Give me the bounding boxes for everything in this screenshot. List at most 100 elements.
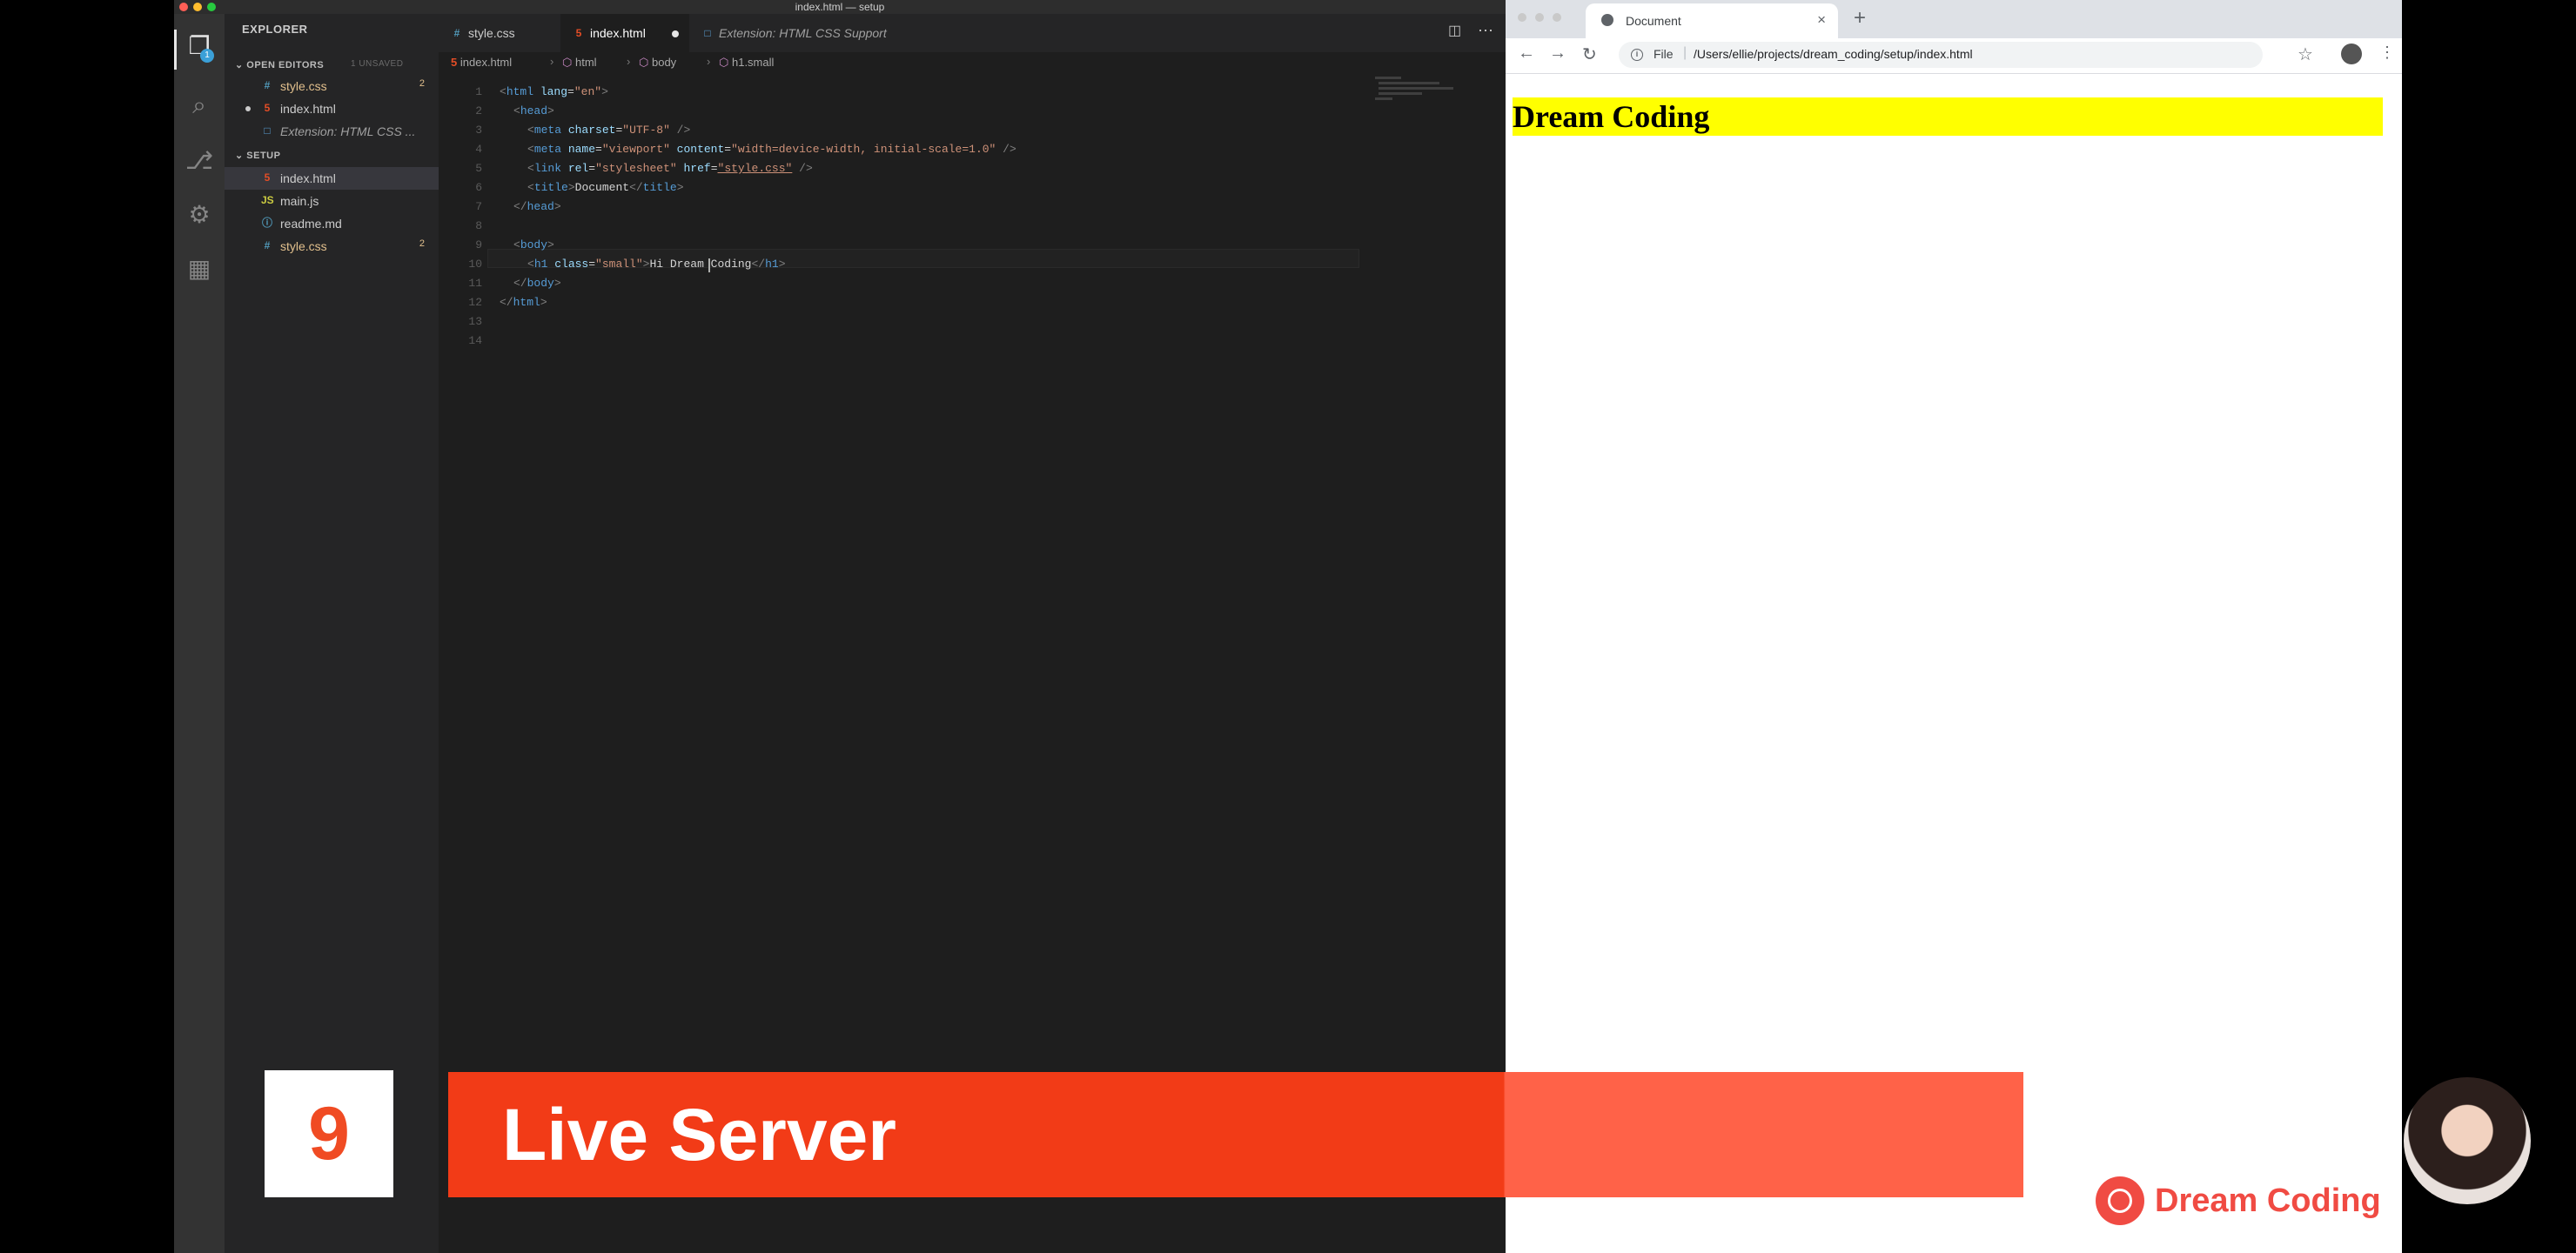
breadcrumb-label: body [651, 56, 677, 69]
kebab-menu-icon[interactable]: ⋮ [2379, 44, 2395, 62]
token: "en" [574, 85, 602, 98]
line-number: 4 [475, 143, 482, 156]
chevron-down-icon: ⌄ [235, 60, 244, 70]
token: </ [513, 200, 527, 213]
unsaved-count: 1 UNSAVED [351, 59, 404, 69]
token: meta [533, 143, 562, 156]
token: = [595, 143, 602, 156]
problem-count-badge: 2 [419, 78, 425, 89]
line-number: 14 [468, 334, 482, 347]
url-scheme-label: File [1654, 47, 1674, 61]
browser-tab-document[interactable]: Document × [1586, 3, 1838, 38]
new-tab-icon[interactable]: + [1854, 6, 1866, 30]
tab-index-html[interactable]: 5 index.html [560, 14, 689, 52]
token: body [520, 238, 548, 251]
token: "small" [595, 258, 643, 271]
search-icon[interactable]: ⌕ [184, 90, 214, 120]
open-editors-header[interactable]: ⌄ OPEN EDITORS [235, 59, 324, 70]
file-tree-item[interactable]: 5 index.html [225, 167, 439, 190]
element-icon: ⬡ [639, 56, 649, 69]
globe-icon [1601, 14, 1613, 26]
token: = [710, 162, 718, 175]
address-bar[interactable]: i File | /Users/ellie/projects/dream_cod… [1619, 42, 2263, 68]
file-tree-item[interactable]: JS main.js [225, 190, 439, 212]
token: /> [669, 124, 691, 137]
line-number: 13 [468, 315, 482, 328]
more-actions-icon[interactable]: ⋯ [1478, 23, 1493, 38]
activity-active-indicator [174, 30, 177, 70]
code-line: <meta name="viewport" content="width=dev… [527, 143, 1016, 156]
maximize-window-icon[interactable] [1553, 13, 1561, 22]
episode-number-box: 9 [265, 1070, 393, 1197]
page-heading: Dream Coding [1513, 97, 2383, 136]
info-icon[interactable]: i [1631, 49, 1643, 61]
token: </ [751, 258, 766, 271]
unsaved-dot-icon[interactable] [672, 30, 679, 37]
minimize-window-icon[interactable] [1535, 13, 1544, 22]
token: title [533, 181, 568, 194]
token: > [547, 238, 554, 251]
line-number: 7 [475, 200, 482, 213]
minimap-line [1379, 82, 1439, 84]
breadcrumb-html[interactable]: ⬡ html [562, 56, 597, 70]
chevron-right-icon: › [627, 55, 631, 68]
element-icon: ⬡ [562, 56, 573, 69]
minimap-line [1379, 92, 1422, 95]
url-text: /Users/ellie/projects/dream_coding/setup… [1694, 47, 1973, 61]
folder-header-setup[interactable]: ⌄ SETUP [235, 150, 280, 161]
open-editor-item[interactable]: □ Extension: HTML CSS ... [225, 120, 439, 143]
line-number: 3 [475, 124, 482, 137]
breadcrumb-label: index.html [460, 56, 513, 69]
file-label: main.js [280, 194, 319, 208]
source-control-icon[interactable]: ⎇ [184, 146, 214, 176]
banner-title: Live Server [502, 1094, 896, 1176]
text-cursor [708, 258, 710, 272]
close-window-icon[interactable] [1518, 13, 1526, 22]
bookmark-star-icon[interactable]: ☆ [2298, 44, 2313, 65]
info-file-icon: ⓘ [261, 217, 272, 229]
minimap[interactable] [1375, 75, 1453, 110]
token: < [500, 85, 506, 98]
token: > [553, 200, 561, 213]
token: < [513, 104, 520, 117]
explorer-badge: 1 [200, 49, 214, 63]
close-tab-icon[interactable]: × [1817, 11, 1826, 29]
token: charset [561, 124, 616, 137]
breadcrumb-h1[interactable]: ⬡ h1.small [719, 56, 774, 70]
open-editor-item[interactable]: # style.css 2 [225, 75, 439, 97]
forward-arrow-icon[interactable]: → [1549, 44, 1566, 64]
token: rel [561, 162, 589, 175]
file-label: Extension: HTML CSS ... [280, 124, 416, 138]
file-tree-item[interactable]: # style.css 2 [225, 235, 439, 258]
tab-extension[interactable]: □ Extension: HTML CSS Support [689, 14, 942, 52]
open-editor-item[interactable]: 5 index.html [225, 97, 439, 120]
file-label: index.html [280, 102, 336, 116]
token: head [527, 200, 554, 213]
reload-icon[interactable]: ↻ [1582, 44, 1597, 65]
back-arrow-icon[interactable]: ← [1518, 44, 1535, 64]
token: h1 [533, 258, 548, 271]
token: "width=device-width, initial-scale=1.0" [731, 143, 996, 156]
code-line: <body> [513, 238, 554, 251]
extensions-icon[interactable]: ▦ [184, 254, 214, 284]
file-tree-item[interactable]: ⓘ readme.md [225, 212, 439, 235]
vscode-window: index.html — setup ❐ 1 ⌕ ⎇ ⚙ ▦ EXPLORER … [174, 0, 1506, 1253]
file-label: style.css [280, 79, 327, 93]
line-number: 6 [475, 181, 482, 194]
token: href [676, 162, 711, 175]
code-line: <link rel="stylesheet" href="style.css" … [527, 162, 813, 175]
debug-icon[interactable]: ⚙ [184, 200, 214, 230]
token: /> [792, 162, 813, 175]
profile-avatar-icon[interactable] [2341, 44, 2362, 64]
css-file-icon: # [453, 27, 460, 39]
breadcrumb-body[interactable]: ⬡ body [639, 56, 676, 70]
split-editor-icon[interactable]: ◫ [1448, 24, 1462, 38]
chevron-right-icon: › [550, 55, 554, 68]
breadcrumb-file[interactable]: 5 index.html [451, 56, 512, 69]
token: link [533, 162, 562, 175]
token: html [513, 296, 540, 309]
line-number: 10 [468, 258, 482, 271]
token[interactable]: "style.css" [718, 162, 793, 175]
token: /> [996, 143, 1016, 156]
tab-style-css[interactable]: # style.css [439, 14, 560, 52]
